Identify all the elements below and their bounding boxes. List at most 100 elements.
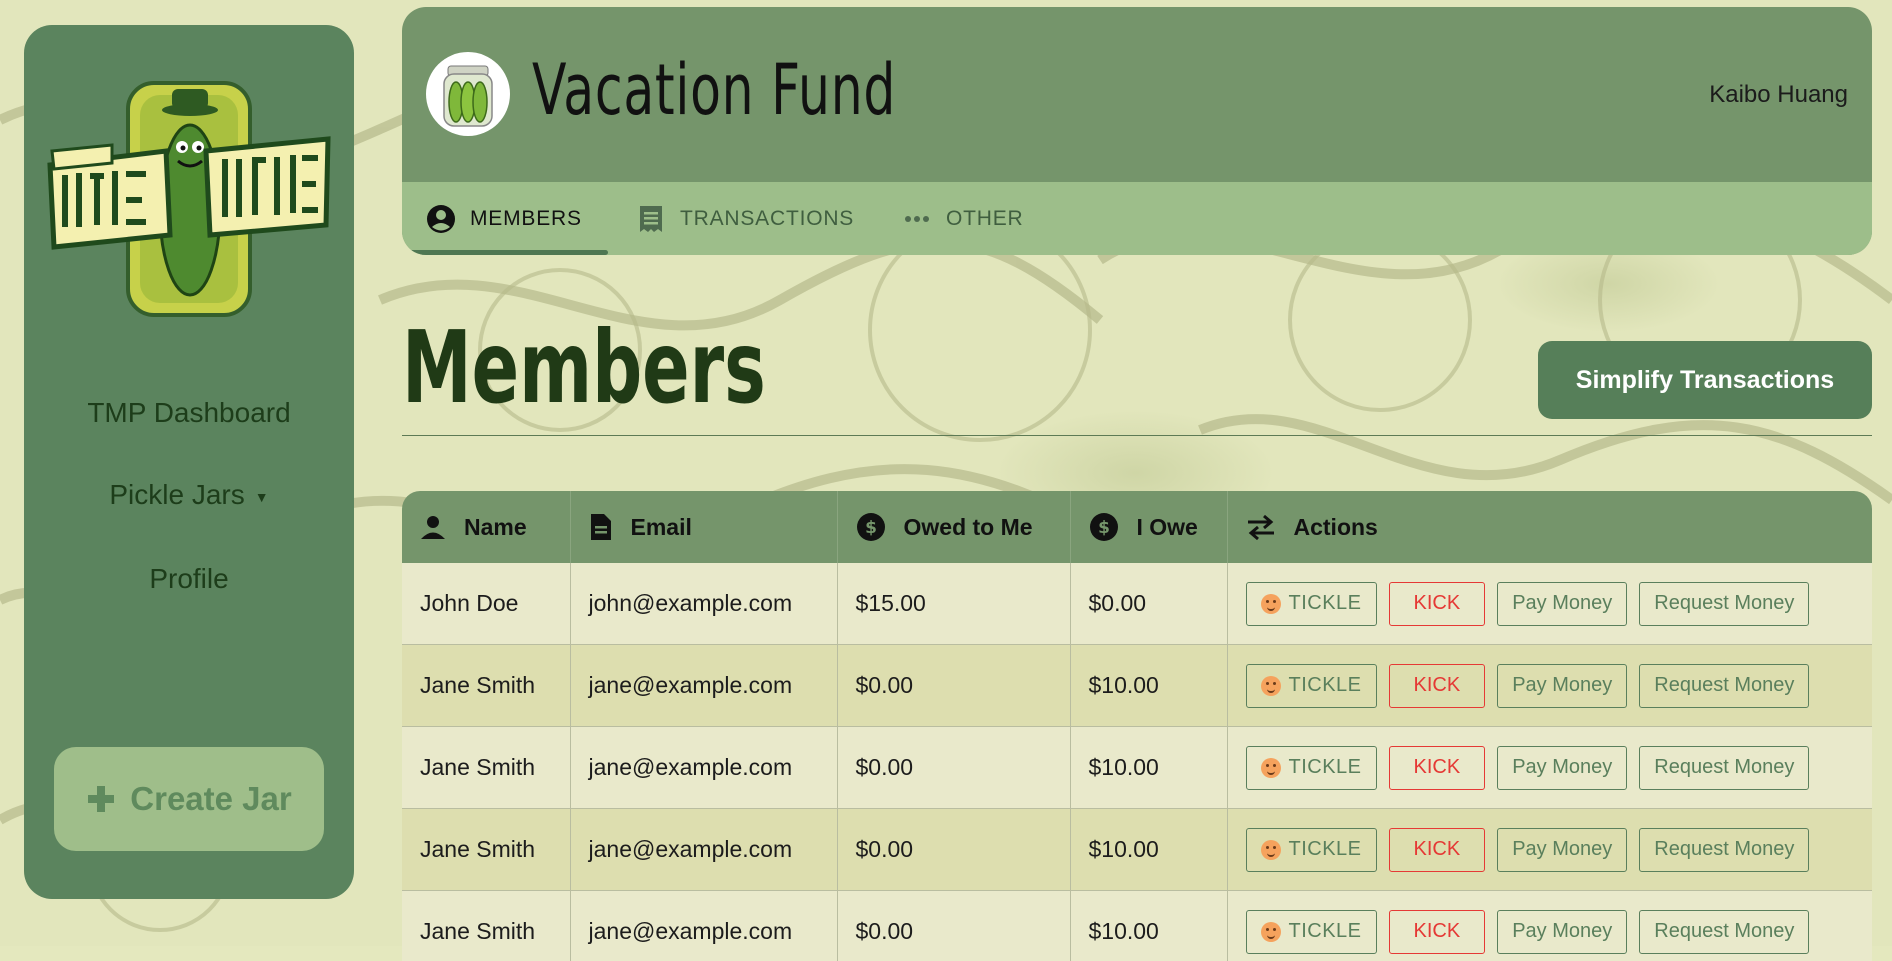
sidebar-item-pickle-jars[interactable]: Pickle Jars ▼ [24, 479, 354, 511]
create-jar-label: Create Jar [130, 780, 291, 818]
column-label: Name [464, 514, 527, 541]
column-header-owed-to-me: $ Owed to Me [837, 491, 1070, 563]
more-horizontal-icon [902, 204, 932, 234]
request-money-label: Request Money [1654, 674, 1794, 697]
tab-members[interactable]: MEMBERS [426, 182, 582, 255]
member-email: jane@example.com [570, 727, 837, 809]
pay-money-label: Pay Money [1512, 756, 1612, 779]
sidebar: TMP Dashboard Pickle Jars ▼ Profile Creat… [24, 25, 354, 899]
smiley-emoji-icon [1261, 840, 1281, 860]
pay-money-button[interactable]: Pay Money [1497, 664, 1627, 708]
table-header-row: Name Email [402, 491, 1872, 563]
member-name: Jane Smith [402, 645, 570, 727]
kick-label: KICK [1414, 920, 1461, 943]
simplify-transactions-button[interactable]: Simplify Transactions [1538, 341, 1872, 419]
member-owed-to-me: $0.00 [837, 727, 1070, 809]
tickle-button[interactable]: TICKLE [1246, 582, 1377, 626]
column-header-email: Email [570, 491, 837, 563]
tickle-label: TICKLE [1289, 920, 1362, 943]
request-money-button[interactable]: Request Money [1639, 828, 1809, 872]
pay-money-button[interactable]: Pay Money [1497, 746, 1627, 790]
member-email: jane@example.com [570, 809, 837, 891]
sidebar-item-label: Pickle Jars [109, 479, 244, 510]
page-title: Members [402, 318, 766, 418]
tab-other[interactable]: OTHER [902, 182, 1024, 255]
sidebar-item-profile[interactable]: Profile [24, 563, 354, 595]
member-actions: TICKLE KICK Pay Money Request Money [1227, 645, 1872, 727]
member-name: Jane Smith [402, 727, 570, 809]
kick-label: KICK [1414, 756, 1461, 779]
member-name: Jane Smith [402, 809, 570, 891]
pay-money-label: Pay Money [1512, 920, 1612, 943]
member-name: John Doe [402, 563, 570, 645]
tickle-button[interactable]: TICKLE [1246, 910, 1377, 954]
member-i-owe: $0.00 [1070, 563, 1227, 645]
member-actions: TICKLE KICK Pay Money Request Money [1227, 809, 1872, 891]
tickle-label: TICKLE [1289, 756, 1362, 779]
caret-down-icon: ▼ [255, 489, 269, 505]
dollar-circle-icon: $ [1089, 512, 1119, 542]
pay-money-button[interactable]: Pay Money [1497, 582, 1627, 626]
user-name[interactable]: Kaibo Huang [1709, 81, 1848, 109]
smiley-emoji-icon [1261, 758, 1281, 778]
tickle-label: TICKLE [1289, 592, 1362, 615]
pay-money-label: Pay Money [1512, 838, 1612, 861]
plus-icon [86, 784, 116, 814]
member-actions: TICKLE KICK Pay Money Request Money [1227, 891, 1872, 961]
column-header-name: Name [402, 491, 570, 563]
smiley-emoji-icon [1261, 676, 1281, 696]
member-owed-to-me: $0.00 [837, 809, 1070, 891]
smiley-emoji-icon [1261, 594, 1281, 614]
pay-money-button[interactable]: Pay Money [1497, 828, 1627, 872]
tab-transactions[interactable]: TRANSACTIONS [636, 182, 854, 255]
svg-text:$: $ [1098, 518, 1110, 538]
person-icon [420, 514, 446, 540]
request-money-button[interactable]: Request Money [1639, 910, 1809, 954]
kick-button[interactable]: KICK [1389, 582, 1486, 626]
kick-button[interactable]: KICK [1389, 664, 1486, 708]
member-name: Jane Smith [402, 891, 570, 961]
jar-title: Vacation Fund [532, 49, 896, 131]
tab-label: TRANSACTIONS [680, 207, 854, 231]
column-label: Owed to Me [904, 514, 1033, 541]
tickle-button[interactable]: TICKLE [1246, 746, 1377, 790]
active-tab-indicator [402, 250, 608, 255]
table-row: Jane Smith jane@example.com $0.00 $10.00… [402, 809, 1872, 891]
create-jar-button[interactable]: Create Jar [54, 747, 324, 851]
kick-button[interactable]: KICK [1389, 746, 1486, 790]
title-divider [402, 435, 1872, 436]
tickle-button[interactable]: TICKLE [1246, 828, 1377, 872]
receipt-icon [636, 204, 666, 234]
pay-money-button[interactable]: Pay Money [1497, 910, 1627, 954]
request-money-button[interactable]: Request Money [1639, 746, 1809, 790]
table-row: Jane Smith jane@example.com $0.00 $10.00… [402, 727, 1872, 809]
tickle-button[interactable]: TICKLE [1246, 664, 1377, 708]
dollar-circle-icon: $ [856, 512, 886, 542]
member-email: john@example.com [570, 563, 837, 645]
kick-button[interactable]: KICK [1389, 828, 1486, 872]
smiley-emoji-icon [1261, 922, 1281, 942]
kick-label: KICK [1414, 674, 1461, 697]
sidebar-item-label: TMP Dashboard [87, 397, 290, 428]
pay-money-label: Pay Money [1512, 592, 1612, 615]
jar-header: Vacation Fund Kaibo Huang MEMBERS TRANSA… [402, 7, 1872, 255]
tickle-mah-pickle-logo[interactable] [46, 55, 332, 317]
request-money-label: Request Money [1654, 592, 1794, 615]
member-actions: TICKLE KICK Pay Money Request Money [1227, 563, 1872, 645]
document-icon [589, 513, 613, 541]
table-row: John Doe john@example.com $15.00 $0.00 T… [402, 563, 1872, 645]
tickle-label: TICKLE [1289, 838, 1362, 861]
table-row: Jane Smith jane@example.com $0.00 $10.00… [402, 891, 1872, 961]
sidebar-item-dashboard[interactable]: TMP Dashboard [24, 397, 354, 429]
pickle-jar-avatar [426, 52, 510, 136]
member-owed-to-me: $15.00 [837, 563, 1070, 645]
members-table: Name Email [402, 491, 1872, 961]
request-money-button[interactable]: Request Money [1639, 582, 1809, 626]
request-money-label: Request Money [1654, 838, 1794, 861]
kick-label: KICK [1414, 838, 1461, 861]
member-i-owe: $10.00 [1070, 645, 1227, 727]
column-header-actions: Actions [1227, 491, 1872, 563]
request-money-button[interactable]: Request Money [1639, 664, 1809, 708]
column-label: Email [631, 514, 692, 541]
kick-button[interactable]: KICK [1389, 910, 1486, 954]
